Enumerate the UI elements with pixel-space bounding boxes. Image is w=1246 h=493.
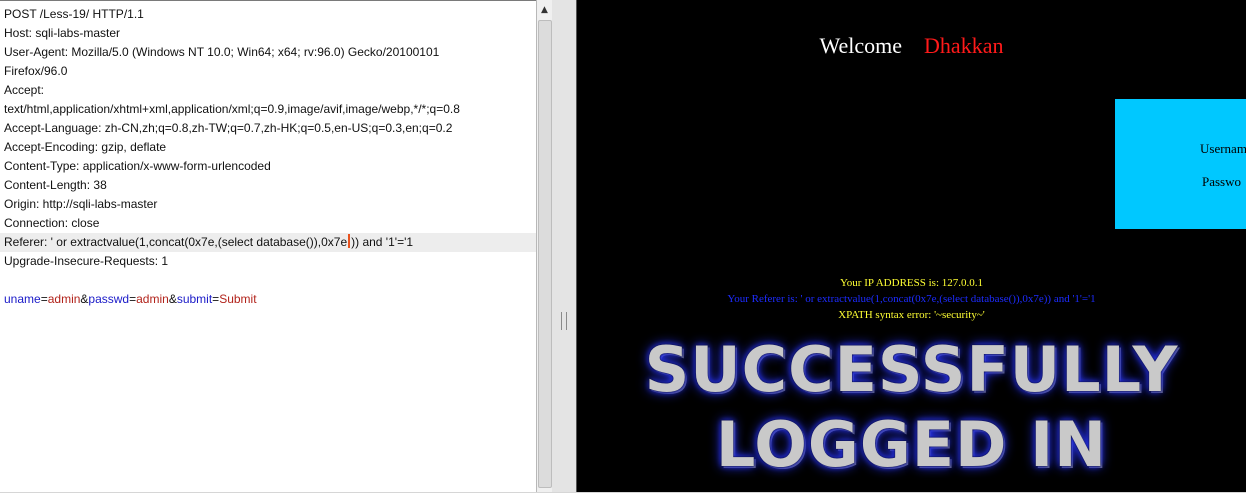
pane-splitter[interactable] [552, 0, 576, 492]
success-banner: SUCCESSFULLY LOGGED IN [577, 332, 1246, 482]
password-label: Passwo [1202, 174, 1242, 189]
param-name-passwd: passwd [88, 292, 130, 306]
triangle-up-icon[interactable]: ▲ [537, 2, 552, 18]
referer-header-line[interactable]: Referer: ' or extractvalue(1,concat(0x7e… [0, 233, 536, 252]
request-body-line[interactable]: uname=admin&passwd=admin&submit=Submit [0, 290, 536, 309]
welcome-text: Welcome [819, 33, 903, 58]
ip-address-text: Your IP ADDRESS is: 127.0.0.1 [839, 277, 984, 289]
username-text: Dhakkan [924, 33, 1004, 58]
param-ampersand: & [168, 292, 177, 306]
param-equals: = [40, 292, 48, 306]
banner-line-1: SUCCESSFULLY [644, 333, 1179, 406]
param-value-uname: admin [47, 292, 81, 306]
header-line[interactable]: Accept: [0, 81, 536, 100]
header-line[interactable]: User-Agent: Mozilla/5.0 (Windows NT 10.0… [0, 43, 536, 62]
text-caret [348, 234, 351, 248]
header-line[interactable]: Host: sqli-labs-master [0, 24, 536, 43]
response-render-pane: Welcome Dhakkan Usernam Passwo Your IP AD… [576, 0, 1246, 492]
welcome-heading: Welcome Dhakkan [577, 33, 1246, 59]
param-name-uname: uname [4, 292, 41, 306]
banner-line-2: LOGGED IN [715, 408, 1108, 481]
request-line[interactable]: POST /Less-19/ HTTP/1.1 [0, 5, 536, 24]
request-editor[interactable]: POST /Less-19/ HTTP/1.1 Host: sqli-labs-… [0, 0, 536, 493]
username-label: Usernam [1200, 141, 1246, 156]
header-line[interactable]: Firefox/96.0 [0, 62, 536, 81]
header-line[interactable]: Origin: http://sqli-labs-master [0, 195, 536, 214]
header-line[interactable]: Content-Type: application/x-www-form-url… [0, 157, 536, 176]
xpath-error-text: XPATH syntax error: '~security~' [838, 309, 985, 321]
editor-scrollbar[interactable]: ▲ [536, 0, 552, 492]
param-value-passwd: admin [136, 292, 169, 306]
header-line[interactable]: Accept-Encoding: gzip, deflate [0, 138, 536, 157]
param-name-submit: submit [176, 292, 213, 306]
login-form-box: Usernam Passwo [1115, 99, 1246, 229]
header-line[interactable]: Connection: close [0, 214, 536, 233]
scrollbar-thumb[interactable] [538, 20, 552, 488]
header-line[interactable]: Upgrade-Insecure-Requests: 1 [0, 252, 536, 271]
header-line[interactable]: Content-Length: 38 [0, 176, 536, 195]
param-value-submit: Submit [219, 292, 257, 306]
referer-text: Your Referer is: ' or extractvalue(1,con… [727, 293, 1096, 305]
header-line[interactable]: Accept-Language: zh-CN,zh;q=0.8,zh-TW;q=… [0, 119, 536, 138]
header-line[interactable]: text/html,application/xhtml+xml,applicat… [0, 100, 536, 119]
referer-text-before: Referer: ' or extractvalue(1,concat(0x7e… [4, 235, 348, 249]
referer-text-after: )) and '1'='1 [351, 235, 414, 249]
request-pane: POST /Less-19/ HTTP/1.1 Host: sqli-labs-… [0, 0, 552, 492]
grip-icon[interactable] [561, 312, 567, 330]
